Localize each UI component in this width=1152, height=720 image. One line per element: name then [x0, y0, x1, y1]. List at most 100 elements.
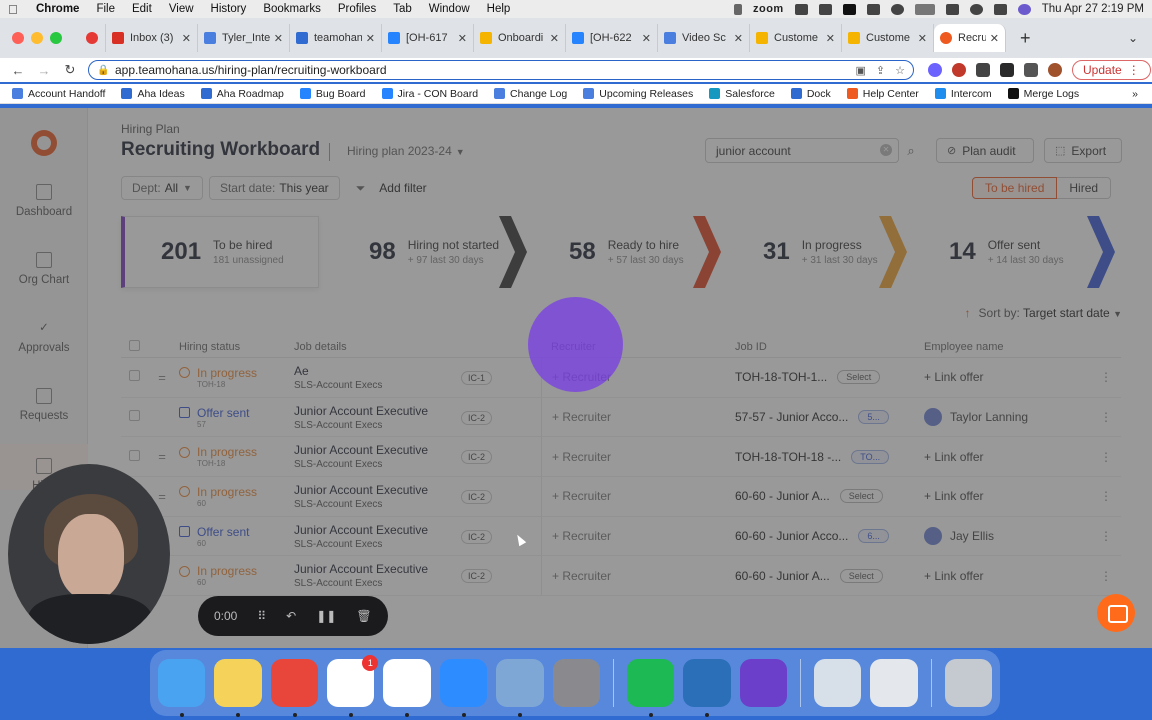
job-details-cell[interactable]: Junior Account Executive SLS-Account Exec…	[294, 523, 461, 550]
table-row[interactable]: Offer sent 60 Junior Account Executive SLS-…	[121, 516, 1121, 557]
shield-icon[interactable]	[794, 3, 808, 15]
bookmark-item[interactable]: Intercom	[934, 88, 992, 100]
undo-icon[interactable]: ↶	[286, 609, 296, 623]
column-header-status[interactable]: Hiring status	[179, 341, 294, 353]
status-cell[interactable]: In progress TOH-18	[179, 366, 294, 389]
employee-cell[interactable]: + Link offer	[912, 450, 1091, 464]
s-app-icon[interactable]	[842, 3, 856, 15]
employee-cell[interactable]: + Link offer	[912, 569, 1091, 583]
job-details-cell[interactable]: Ae SLS-Account Execs	[294, 364, 461, 391]
wifi-icon[interactable]	[945, 3, 959, 15]
browser-tab[interactable]: Custome ✕	[842, 24, 934, 52]
close-tab-icon[interactable]: ✕	[274, 32, 283, 45]
list-icon[interactable]	[818, 3, 832, 15]
export-button[interactable]: ⬚ Export	[1044, 138, 1122, 163]
add-recruiter-button[interactable]: + Recruiter	[541, 556, 723, 596]
sort-control[interactable]: ↑ Sort by: Target start date ▼	[965, 306, 1122, 320]
status-cell[interactable]: In progress 60	[179, 564, 294, 587]
puzzle-icon[interactable]	[976, 63, 990, 77]
trash-icon[interactable]: 🗑	[356, 609, 371, 623]
browser-tab[interactable]: [OH-617 ✕	[382, 24, 474, 52]
employee-name[interactable]: + Link offer	[924, 489, 983, 503]
column-header-employee[interactable]: Employee name	[912, 341, 1091, 353]
search-input[interactable]: junior account ✕	[705, 138, 899, 163]
drag-handle-icon[interactable]: =	[145, 449, 179, 464]
job-id-cell[interactable]: TOH-18-TOH-1... Select	[723, 370, 912, 385]
minimize-window-button[interactable]	[31, 32, 43, 44]
table-row[interactable]: =In progress60Junior Account ExecutiveSL…	[121, 556, 1121, 597]
share-icon[interactable]: ⇪	[876, 64, 885, 77]
close-tab-icon[interactable]: ✕	[734, 32, 743, 45]
close-window-button[interactable]	[12, 32, 24, 44]
close-tab-icon[interactable]: ✕	[550, 32, 559, 45]
job-details-cell[interactable]: Junior Account Executive SLS-Account Exec…	[294, 483, 461, 510]
dock-slack-icon[interactable]: 1	[327, 655, 379, 717]
settings-icon[interactable]	[866, 3, 880, 15]
row-menu-icon[interactable]: ⋮	[1091, 489, 1121, 503]
profile-avatar[interactable]	[1048, 63, 1062, 77]
browser-tab[interactable]	[80, 24, 106, 52]
menu-bookmarks[interactable]: Bookmarks	[263, 3, 321, 15]
job-id-cell[interactable]: TOH-18-TOH-18 -... TO...	[723, 449, 912, 464]
row-checkbox[interactable]	[121, 370, 145, 384]
table-row[interactable]: = In progress TOH-18 Ae SLS-Account Execs IC-…	[121, 358, 1121, 398]
drag-handle-icon[interactable]: =	[145, 370, 179, 385]
dock-spotify-icon[interactable]	[626, 659, 675, 717]
summary-card-in-progress[interactable]: 31 In progress + 31 last 30 days	[725, 216, 885, 288]
close-tab-icon[interactable]: ✕	[990, 32, 999, 45]
drag-handle-icon[interactable]: ⠿	[257, 609, 266, 623]
row-menu-icon[interactable]: ⋮	[1091, 450, 1121, 464]
zoom-window-button[interactable]	[50, 32, 62, 44]
zoom-status[interactable]: zoom	[753, 3, 784, 15]
row-menu-icon[interactable]: ⋮	[1091, 410, 1121, 424]
dock-system-settings-icon[interactable]	[552, 659, 600, 707]
summary-card-to-be-hired[interactable]: 201 To be hired 181 unassigned	[121, 216, 319, 288]
bookmark-star-icon[interactable]: ☆	[895, 64, 905, 77]
row-checkbox[interactable]	[121, 449, 145, 464]
apple-icon[interactable]: 	[8, 2, 22, 17]
search-icon[interactable]	[969, 3, 983, 15]
bookmark-item[interactable]: Aha Roadmap	[200, 88, 284, 100]
menu-file[interactable]: File	[96, 3, 115, 15]
hired-tab[interactable]: Hired	[1057, 177, 1112, 199]
webcam-bubble[interactable]	[8, 464, 170, 644]
to-be-hired-tab[interactable]: To be hired	[972, 177, 1058, 199]
sidebar-icon[interactable]	[1024, 63, 1038, 77]
bookmark-item[interactable]: Bug Board	[299, 88, 366, 100]
lock-icon[interactable]: 🔒	[97, 65, 109, 76]
row-menu-icon[interactable]: ⋮	[1091, 529, 1121, 543]
battery-icon[interactable]	[914, 3, 935, 15]
bookmark-item[interactable]: Merge Logs	[1007, 88, 1079, 100]
menu-help[interactable]: Help	[487, 3, 511, 15]
select-all-checkbox[interactable]	[121, 339, 145, 354]
bookmark-item[interactable]: Aha Ideas	[121, 88, 185, 100]
dock-notion-icon[interactable]	[383, 659, 431, 717]
dept-filter[interactable]: Dept: All ▼	[121, 176, 203, 200]
extension-icon[interactable]	[1000, 63, 1014, 77]
plan-audit-button[interactable]: ⊘ Plan audit	[936, 138, 1034, 163]
menu-profiles[interactable]: Profiles	[338, 3, 376, 15]
dock-zoom-icon[interactable]	[439, 659, 488, 717]
search-icon[interactable]: ⌕	[899, 138, 923, 163]
bookmark-item[interactable]: Help Center	[846, 88, 919, 100]
bookmark-item[interactable]: Account Handoff	[12, 88, 105, 100]
dock-finder-icon[interactable]	[158, 659, 206, 717]
browser-tab-active[interactable]: Recru ✕	[934, 24, 1006, 52]
start-date-filter[interactable]: Start date: This year	[208, 176, 340, 200]
employee-cell[interactable]: Jay Ellis	[912, 527, 1091, 546]
job-details-cell[interactable]: Junior Account Executive SLS-Account Exec…	[294, 443, 461, 470]
control-center-icon[interactable]	[993, 3, 1007, 15]
status-cell[interactable]: Offer sent 57	[179, 406, 294, 429]
sidebar-item-requests[interactable]: Requests	[0, 388, 88, 422]
employee-name[interactable]: + Link offer	[924, 450, 983, 464]
browser-tab[interactable]: Tyler_Inte ✕	[198, 24, 290, 52]
column-header-job[interactable]: Job details	[294, 341, 461, 353]
job-id-select[interactable]: Select	[839, 489, 883, 504]
extension-icon[interactable]	[928, 63, 942, 77]
job-details-cell[interactable]: Junior Account Executive SLS-Account Exec…	[294, 404, 461, 431]
siri-icon[interactable]	[1017, 3, 1031, 15]
employee-name[interactable]: + Link offer	[924, 569, 983, 583]
sidebar-item-dashboard[interactable]: Dashboard	[0, 184, 88, 218]
new-tab-button[interactable]: +	[1020, 28, 1031, 49]
ohana-logo-icon[interactable]	[31, 130, 57, 156]
